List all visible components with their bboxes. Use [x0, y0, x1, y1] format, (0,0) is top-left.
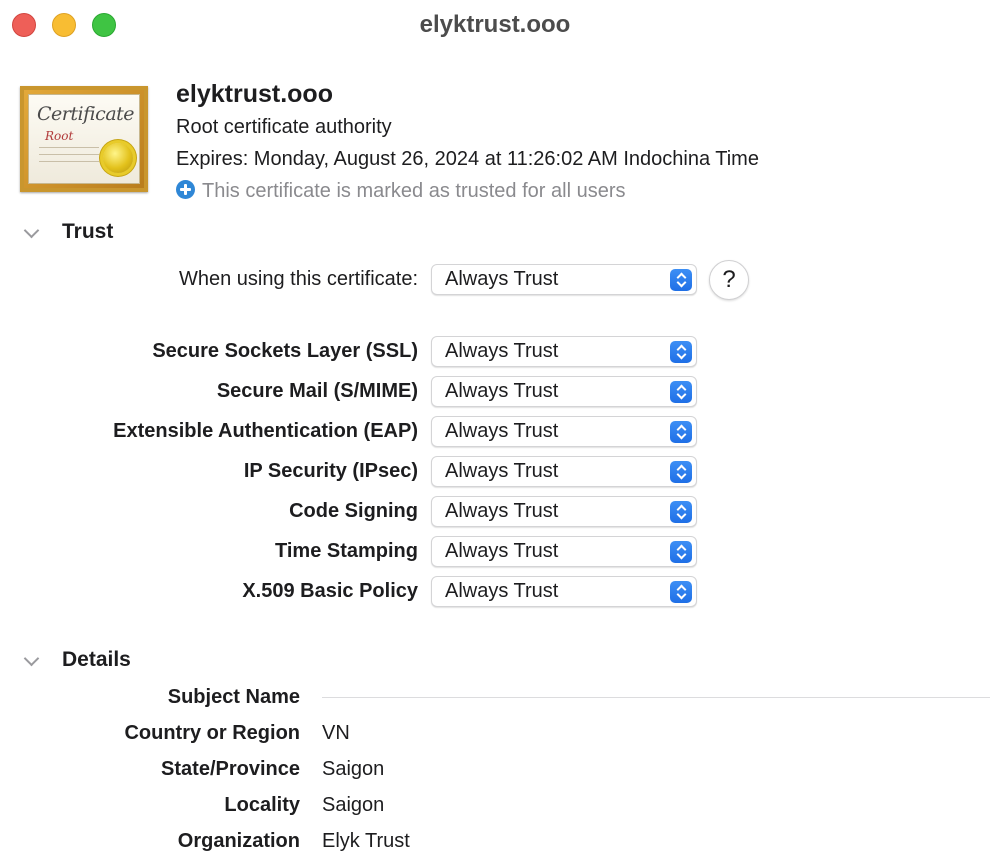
- trust-section-title[interactable]: Trust: [62, 220, 113, 244]
- policy-popup-x509[interactable]: Always Trust: [431, 576, 697, 607]
- details-section-title[interactable]: Details: [62, 648, 131, 672]
- policy-popup-eap[interactable]: Always Trust: [431, 416, 697, 447]
- certificate-type: Root certificate authority: [176, 116, 392, 138]
- trusted-status: This certificate is marked as trusted fo…: [176, 180, 625, 203]
- policy-label-ipsec: IP Security (IPsec): [243, 460, 418, 482]
- policy-label-ssl: Secure Sockets Layer (SSL): [152, 340, 418, 362]
- popup-stepper-icon: [670, 341, 692, 363]
- details-disclosure-chevron-icon[interactable]: [23, 650, 40, 667]
- window-title: elyktrust.ooo: [419, 11, 571, 38]
- detail-value-locality: Saigon: [322, 794, 385, 816]
- certificate-icon: Certificate Root: [20, 86, 148, 192]
- detail-label-country: Country or Region: [124, 722, 300, 744]
- popup-stepper-icon: [670, 541, 692, 563]
- certificate-expiry: Expires: Monday, August 26, 2024 at 11:2…: [176, 148, 759, 170]
- policy-popup-ipsec[interactable]: Always Trust: [431, 456, 697, 487]
- popup-stepper-icon: [670, 381, 692, 403]
- policy-value: Always Trust: [445, 340, 559, 362]
- policy-label-eap: Extensible Authentication (EAP): [113, 420, 418, 442]
- help-button[interactable]: ?: [709, 260, 749, 300]
- title-bar: elyktrust.ooo: [0, 0, 990, 52]
- policy-value: Always Trust: [445, 500, 559, 522]
- subject-name-label: Subject Name: [167, 686, 300, 708]
- certificate-icon-sub: Root: [45, 129, 74, 143]
- trusted-status-text: This certificate is marked as trusted fo…: [202, 180, 626, 202]
- detail-value-state: Saigon: [322, 758, 385, 780]
- seal-icon: [103, 143, 133, 173]
- detail-value-organization: Elyk Trust: [322, 830, 410, 852]
- detail-label-locality: Locality: [224, 794, 300, 816]
- detail-value-country: VN: [322, 722, 350, 744]
- policy-value: Always Trust: [445, 460, 559, 482]
- subject-name-divider: [322, 697, 990, 698]
- policy-popup-smime[interactable]: Always Trust: [431, 376, 697, 407]
- popup-stepper-icon: [670, 501, 692, 523]
- certificate-name: elyktrust.ooo: [176, 80, 333, 108]
- policy-popup-time-stamping[interactable]: Always Trust: [431, 536, 697, 567]
- trust-disclosure-chevron-icon[interactable]: [23, 222, 40, 239]
- plus-circle-icon: [176, 180, 195, 199]
- policy-value: Always Trust: [445, 420, 559, 442]
- policy-popup-code-signing[interactable]: Always Trust: [431, 496, 697, 527]
- policy-label-code-signing: Code Signing: [289, 500, 418, 522]
- when-using-value: Always Trust: [445, 268, 559, 290]
- policy-value: Always Trust: [445, 380, 559, 402]
- popup-stepper-icon: [670, 421, 692, 443]
- policy-value: Always Trust: [445, 540, 559, 562]
- policy-label-time-stamping: Time Stamping: [275, 540, 418, 562]
- policy-popup-ssl[interactable]: Always Trust: [431, 336, 697, 367]
- policy-value: Always Trust: [445, 580, 559, 602]
- popup-stepper-icon: [670, 461, 692, 483]
- policy-label-x509: X.509 Basic Policy: [242, 580, 418, 602]
- popup-stepper-icon: [670, 269, 692, 291]
- detail-label-organization: Organization: [177, 830, 300, 852]
- policy-label-smime: Secure Mail (S/MIME): [216, 380, 418, 402]
- certificate-icon-script: Certificate: [37, 103, 135, 125]
- when-using-label: When using this certificate:: [179, 268, 418, 290]
- detail-label-state: State/Province: [161, 758, 300, 780]
- popup-stepper-icon: [670, 581, 692, 603]
- when-using-popup[interactable]: Always Trust: [431, 264, 697, 295]
